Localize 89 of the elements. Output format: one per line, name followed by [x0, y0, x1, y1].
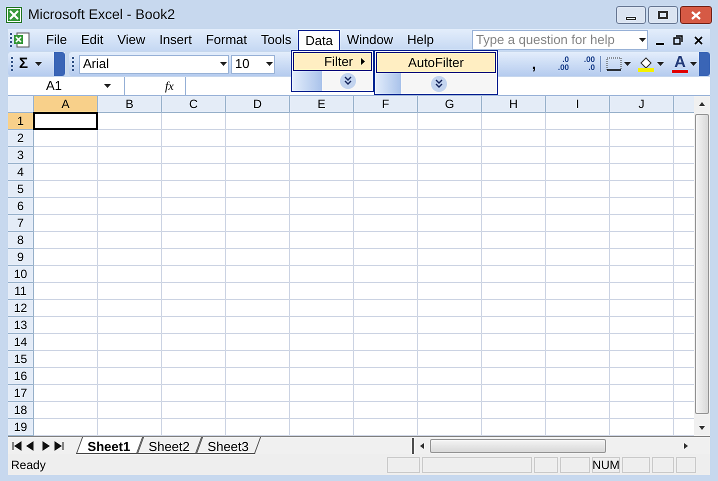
column-header[interactable]: J	[610, 96, 674, 113]
font-size-dropdown[interactable]: 10	[231, 54, 275, 74]
vertical-scrollbar[interactable]	[694, 96, 710, 436]
restore-icon	[673, 35, 683, 45]
column-header[interactable]: A	[34, 96, 98, 113]
row-header[interactable]: 10	[8, 266, 34, 283]
help-search-field[interactable]: Type a question for help	[472, 30, 648, 50]
row-header[interactable]: 3	[8, 147, 34, 164]
dropdown-arrow-icon	[690, 62, 697, 66]
column-header[interactable]: D	[226, 96, 290, 113]
status-panel	[387, 456, 420, 472]
close-icon	[694, 36, 702, 44]
row-header[interactable]: 8	[8, 232, 34, 249]
dropdown-arrow-icon	[35, 62, 42, 66]
column-header[interactable]: G	[418, 96, 482, 113]
column-header[interactable]: I	[546, 96, 610, 113]
row-header[interactable]: 9	[8, 249, 34, 266]
workbook-icon	[13, 32, 31, 48]
row-header[interactable]: 7	[8, 215, 34, 232]
scroll-thumb[interactable]	[430, 438, 606, 452]
expand-chevron-icon[interactable]	[431, 76, 447, 92]
status-panel	[534, 456, 558, 472]
row-header[interactable]: 12	[8, 300, 34, 317]
status-panel	[560, 456, 590, 472]
row-header[interactable]: 14	[8, 334, 34, 351]
menu-sidebar	[375, 73, 401, 94]
expand-chevron-icon[interactable]	[340, 73, 356, 89]
increase-decimal-button[interactable]: .0 .00	[545, 56, 569, 72]
status-panel	[622, 456, 650, 472]
dropdown-arrow-icon	[638, 38, 646, 42]
function-icon[interactable]: fx	[165, 77, 185, 95]
dropdown-arrow-icon	[220, 62, 226, 66]
font-dropdown[interactable]: Arial	[79, 54, 229, 74]
active-cell[interactable]	[33, 112, 98, 130]
column-header[interactable]: F	[354, 96, 418, 113]
menu-item[interactable]: Filter	[293, 52, 372, 71]
menu-item[interactable]: Format	[198, 30, 254, 50]
menu-item[interactable]: View	[110, 30, 152, 50]
sheet-tab[interactable]: Sheet1	[76, 437, 143, 454]
maximize-button[interactable]	[648, 6, 678, 24]
dropdown-arrow-icon	[266, 62, 272, 66]
row-header[interactable]: 2	[8, 130, 34, 147]
submenu-arrow-icon	[361, 58, 365, 65]
row-header[interactable]: 6	[8, 198, 34, 215]
menu-sidebar	[292, 71, 322, 91]
row-header[interactable]: 15	[8, 351, 34, 368]
row-header[interactable]: 16	[8, 368, 34, 385]
comma-style-button[interactable]: ,	[525, 56, 543, 72]
column-header[interactable]: C	[162, 96, 226, 113]
fill-color-icon[interactable]	[637, 56, 655, 72]
row-header[interactable]: 18	[8, 402, 34, 419]
window-title: Microsoft Excel - Book2	[28, 5, 176, 24]
menu-item[interactable]: AutoFilter	[376, 52, 496, 73]
menu-item[interactable]: Tools	[254, 30, 298, 50]
autosum-button[interactable]: Σ	[19, 52, 28, 76]
spreadsheet-app-icon	[6, 6, 22, 22]
sheet-tab[interactable]: Sheet2	[136, 437, 202, 454]
dropdown-arrow-icon	[104, 84, 111, 88]
row-header[interactable]: 19	[8, 419, 34, 436]
row-header[interactable]: 17	[8, 385, 34, 402]
menu-item[interactable]: Data	[298, 30, 340, 50]
status-indicator: NUM	[592, 456, 620, 472]
column-header[interactable]: B	[98, 96, 162, 113]
close-button[interactable]	[680, 6, 712, 24]
scroll-thumb[interactable]	[695, 114, 709, 414]
close-icon	[691, 10, 701, 20]
borders-icon[interactable]	[606, 57, 622, 71]
column-header[interactable]: E	[290, 96, 354, 113]
menu-item[interactable]: Window	[340, 30, 400, 50]
row-header[interactable]: 4	[8, 164, 34, 181]
sheet-tab[interactable]: Sheet3	[196, 437, 262, 454]
minimize-button[interactable]	[616, 6, 646, 24]
row-header[interactable]: 5	[8, 181, 34, 198]
menu-item[interactable]: Edit	[74, 30, 110, 50]
status-text: Ready	[10, 456, 47, 474]
menu-item[interactable]: File	[39, 30, 74, 50]
column-header[interactable]: H	[482, 96, 546, 113]
row-header[interactable]: 11	[8, 283, 34, 300]
row-header[interactable]: 13	[8, 317, 34, 334]
font-color-button[interactable]: A	[672, 56, 688, 72]
row-header[interactable]: 1	[8, 113, 34, 130]
status-panel	[652, 456, 674, 472]
decrease-decimal-button[interactable]: .00 .0	[571, 56, 595, 72]
menu-item[interactable]: Insert	[152, 30, 199, 50]
dropdown-arrow-icon	[624, 62, 631, 66]
status-panel	[676, 456, 696, 472]
menu-item[interactable]: Help	[400, 30, 441, 50]
cell-grid[interactable]	[34, 113, 694, 436]
dropdown-arrow-icon	[657, 62, 664, 66]
